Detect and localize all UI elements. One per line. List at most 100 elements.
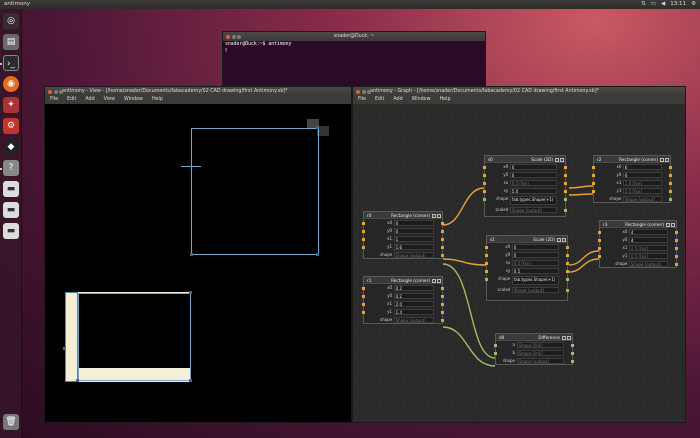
node-r0[interactable]: r0 Rectangle (corner) x0 0 y0 0 x1 1 y1 1.6 s… [362, 211, 444, 259]
input-pin[interactable] [362, 221, 365, 225]
output-pin[interactable] [441, 253, 444, 257]
input-pin[interactable] [485, 253, 488, 257]
value-field[interactable]: 4 [628, 229, 668, 235]
close-icon[interactable] [356, 89, 360, 94]
graph-menu-file[interactable]: File [358, 96, 366, 104]
value-field[interactable]: 0 [509, 172, 557, 178]
output-pin[interactable] [441, 286, 444, 290]
graph-menu-edit[interactable]: Edit [375, 96, 384, 104]
value-field[interactable]: 4 [628, 237, 668, 243]
value-field[interactable]: 0 [393, 220, 434, 226]
maximize-icon[interactable] [237, 34, 241, 39]
settings-icon[interactable]: ⚙ [3, 118, 19, 134]
system-tray[interactable]: ⇅ ▭ ◀ 13:11 ⚙ [641, 0, 696, 9]
output-pin[interactable] [566, 253, 569, 257]
clock[interactable]: 13:11 [670, 0, 686, 9]
antimony-icon[interactable]: ? [3, 160, 19, 176]
value-field[interactable]: Shape [link] [516, 350, 564, 356]
node-r2[interactable]: r2 Rectangle (corner) x0 6 y0 6 x1 1.0 [fxn]… [592, 155, 672, 203]
output-pin[interactable] [566, 269, 569, 273]
node-close-icon[interactable] [665, 157, 669, 162]
graph-menu-window[interactable]: Window [412, 96, 431, 104]
output-pin[interactable] [669, 165, 672, 169]
drive-icon[interactable]: ▬ [3, 181, 19, 197]
output-pin[interactable] [566, 277, 569, 281]
view-window[interactable]: antimony - View - [/home/snader/Document… [44, 86, 352, 423]
rectangle-outline[interactable] [65, 292, 78, 382]
output-pin[interactable] [441, 229, 444, 233]
maximize-icon[interactable] [367, 89, 371, 94]
output-pin[interactable] [441, 245, 444, 249]
value-field[interactable]: 0.2 [393, 285, 434, 291]
close-icon[interactable] [48, 89, 52, 94]
value-field[interactable]: 0.5 [511, 268, 559, 274]
ubuntu-one-icon[interactable]: ✦ [3, 97, 19, 113]
input-pin[interactable] [362, 302, 365, 306]
input-pin[interactable] [592, 165, 595, 169]
output-pin[interactable] [675, 246, 678, 250]
output-pin[interactable] [675, 230, 678, 234]
corner-handle[interactable] [316, 253, 319, 256]
corner-handle[interactable] [190, 253, 193, 256]
output-pin[interactable] [571, 343, 574, 347]
corner-handle[interactable] [63, 347, 66, 350]
output-pin[interactable] [669, 189, 672, 193]
output-pin[interactable] [571, 359, 574, 363]
minimize-icon[interactable] [53, 89, 58, 94]
view-menu-help[interactable]: Help [152, 96, 163, 104]
output-pin[interactable] [441, 310, 444, 314]
node-menu-icon[interactable] [562, 335, 566, 340]
terminal-window[interactable]: snader@Duck: ~ snader@Duck:~$ antimony ▯ [222, 31, 486, 86]
node-r1[interactable]: r1 Rectangle (corner) x0 0.2 y0 0.2 x1 2.0 y… [362, 276, 444, 324]
node-s1[interactable]: s1 Scale (2D) x0 0 y0 0 sx 0.5 [fxn] sy 0.5 s… [485, 235, 569, 301]
node-r3[interactable]: r3 Rectangle (corner) x0 4 y0 4 x1 2.5 [fxn]… [598, 220, 678, 268]
trash-icon[interactable]: 🗑 [3, 414, 19, 430]
output-pin[interactable] [675, 238, 678, 242]
input-pin[interactable] [362, 294, 365, 298]
output-pin[interactable] [566, 245, 569, 249]
node-menu-icon[interactable] [555, 157, 559, 162]
graph-menu-add[interactable]: Add [393, 96, 402, 104]
view-menu-view[interactable]: View [104, 96, 115, 104]
input-pin[interactable] [598, 230, 601, 234]
firefox-icon[interactable]: ◉ [3, 76, 19, 92]
value-field[interactable]: 1.0 [fxn] [622, 180, 662, 186]
output-pin[interactable] [564, 181, 567, 185]
node-menu-icon[interactable] [660, 157, 664, 162]
graph-menu-help[interactable]: Help [440, 96, 451, 104]
value-field[interactable]: 6 [622, 164, 662, 170]
output-pin[interactable] [564, 208, 567, 212]
network-icon[interactable]: ⇅ [641, 0, 646, 9]
view-menu-edit[interactable]: Edit [67, 96, 76, 104]
node-menu-icon[interactable] [432, 278, 436, 283]
input-pin[interactable] [362, 245, 365, 249]
value-field[interactable]: Shape [link] [516, 342, 564, 348]
value-field[interactable]: 2.0 [393, 301, 434, 307]
input-pin[interactable] [483, 181, 486, 185]
output-pin[interactable] [669, 181, 672, 185]
node-menu-icon[interactable] [557, 237, 561, 242]
corner-handle[interactable] [189, 379, 192, 382]
value-field[interactable]: 6 [622, 172, 662, 178]
dash-icon[interactable]: ◎ [3, 13, 19, 29]
value-field[interactable]: 0 [393, 228, 434, 234]
input-pin[interactable] [598, 246, 601, 250]
input-pin[interactable] [494, 343, 497, 347]
input-pin[interactable] [485, 269, 488, 273]
value-field[interactable]: 0.5 [fxn] [511, 260, 559, 266]
output-pin[interactable] [564, 173, 567, 177]
volume-icon[interactable]: ◀ [661, 0, 665, 9]
output-pin[interactable] [566, 288, 569, 292]
graph-titlebar[interactable]: antimony - Graph - [/home/snader/Documen… [353, 87, 685, 96]
node-close-icon[interactable] [671, 222, 675, 227]
input-pin[interactable] [485, 261, 488, 265]
corner-handle[interactable] [316, 126, 319, 129]
output-pin[interactable] [441, 302, 444, 306]
value-field[interactable]: 0 [511, 252, 559, 258]
node-menu-icon[interactable] [432, 213, 436, 218]
input-pin[interactable] [592, 173, 595, 177]
view-canvas[interactable] [45, 104, 351, 422]
input-pin[interactable] [598, 238, 601, 242]
graph-window[interactable]: antimony - Graph - [/home/snader/Documen… [352, 86, 686, 423]
node-close-icon[interactable] [562, 237, 566, 242]
